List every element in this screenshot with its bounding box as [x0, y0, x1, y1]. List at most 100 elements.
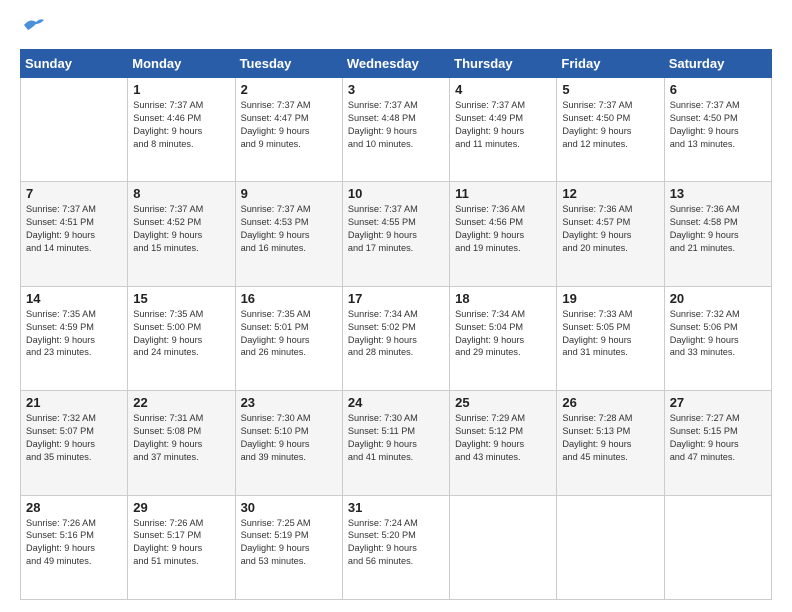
cell-details: Sunrise: 7:27 AMSunset: 5:15 PMDaylight:…: [670, 412, 766, 464]
logo: [20, 16, 44, 39]
cell-details: Sunrise: 7:24 AMSunset: 5:20 PMDaylight:…: [348, 517, 444, 569]
cell-details: Sunrise: 7:37 AMSunset: 4:50 PMDaylight:…: [562, 99, 658, 151]
calendar-header-row: SundayMondayTuesdayWednesdayThursdayFrid…: [21, 50, 772, 78]
cell-details: Sunrise: 7:36 AMSunset: 4:58 PMDaylight:…: [670, 203, 766, 255]
week-row-2: 7 Sunrise: 7:37 AMSunset: 4:51 PMDaylight…: [21, 182, 772, 286]
cell-details: Sunrise: 7:35 AMSunset: 5:00 PMDaylight:…: [133, 308, 229, 360]
cell-details: Sunrise: 7:35 AMSunset: 5:01 PMDaylight:…: [241, 308, 337, 360]
cell-details: Sunrise: 7:37 AMSunset: 4:48 PMDaylight:…: [348, 99, 444, 151]
week-row-4: 21Sunrise: 7:32 AMSunset: 5:07 PMDayligh…: [21, 391, 772, 495]
day-number: 30: [241, 500, 337, 515]
day-number: 6: [670, 82, 766, 97]
day-number: 25: [455, 395, 551, 410]
calendar-cell: 14 Sunrise: 7:35 AMSunset: 4:59 PMDayligh…: [21, 286, 128, 390]
cell-details: Sunrise: 7:36 AMSunset: 4:56 PMDaylight:…: [455, 203, 551, 255]
calendar-cell: 25 Sunrise: 7:29 AMSunset: 5:12 PMDayligh…: [450, 391, 557, 495]
day-number: 8: [133, 186, 229, 201]
calendar-table: SundayMondayTuesdayWednesdayThursdayFrid…: [20, 49, 772, 600]
calendar-cell: 19Sunrise: 7:33 AMSunset: 5:05 PMDayligh…: [557, 286, 664, 390]
calendar-cell: 15 Sunrise: 7:35 AMSunset: 5:00 PMDayligh…: [128, 286, 235, 390]
day-number: 17: [348, 291, 444, 306]
col-header-thursday: Thursday: [450, 50, 557, 78]
day-number: 13: [670, 186, 766, 201]
day-number: 22: [133, 395, 229, 410]
calendar-cell: 29 Sunrise: 7:26 AMSunset: 5:17 PMDayligh…: [128, 495, 235, 599]
day-number: 5: [562, 82, 658, 97]
cell-details: Sunrise: 7:37 AMSunset: 4:49 PMDaylight:…: [455, 99, 551, 151]
calendar-cell: 22 Sunrise: 7:31 AMSunset: 5:08 PMDayligh…: [128, 391, 235, 495]
cell-details: Sunrise: 7:35 AMSunset: 4:59 PMDaylight:…: [26, 308, 122, 360]
day-number: 11: [455, 186, 551, 201]
cell-details: Sunrise: 7:37 AMSunset: 4:55 PMDaylight:…: [348, 203, 444, 255]
cell-details: Sunrise: 7:32 AMSunset: 5:06 PMDaylight:…: [670, 308, 766, 360]
cell-details: Sunrise: 7:28 AMSunset: 5:13 PMDaylight:…: [562, 412, 658, 464]
cell-details: Sunrise: 7:34 AMSunset: 5:04 PMDaylight:…: [455, 308, 551, 360]
col-header-friday: Friday: [557, 50, 664, 78]
day-number: 9: [241, 186, 337, 201]
calendar-cell: 2 Sunrise: 7:37 AMSunset: 4:47 PMDaylight…: [235, 78, 342, 182]
header: [20, 16, 772, 39]
calendar-cell: 8 Sunrise: 7:37 AMSunset: 4:52 PMDaylight…: [128, 182, 235, 286]
calendar-cell: 1Sunrise: 7:37 AMSunset: 4:46 PMDaylight…: [128, 78, 235, 182]
week-row-3: 14 Sunrise: 7:35 AMSunset: 4:59 PMDayligh…: [21, 286, 772, 390]
calendar-cell: 21Sunrise: 7:32 AMSunset: 5:07 PMDayligh…: [21, 391, 128, 495]
day-number: 3: [348, 82, 444, 97]
day-number: 29: [133, 500, 229, 515]
cell-details: Sunrise: 7:37 AMSunset: 4:51 PMDaylight:…: [26, 203, 122, 255]
calendar-cell: 4 Sunrise: 7:37 AMSunset: 4:49 PMDaylight…: [450, 78, 557, 182]
calendar-cell: 5 Sunrise: 7:37 AMSunset: 4:50 PMDaylight…: [557, 78, 664, 182]
cell-details: Sunrise: 7:34 AMSunset: 5:02 PMDaylight:…: [348, 308, 444, 360]
cell-details: Sunrise: 7:30 AMSunset: 5:11 PMDaylight:…: [348, 412, 444, 464]
day-number: 21: [26, 395, 122, 410]
col-header-wednesday: Wednesday: [342, 50, 449, 78]
day-number: 7: [26, 186, 122, 201]
calendar-cell: 20 Sunrise: 7:32 AMSunset: 5:06 PMDayligh…: [664, 286, 771, 390]
cell-details: Sunrise: 7:37 AMSunset: 4:53 PMDaylight:…: [241, 203, 337, 255]
calendar-cell: 13 Sunrise: 7:36 AMSunset: 4:58 PMDayligh…: [664, 182, 771, 286]
logo-bird-icon: [22, 16, 44, 34]
day-number: 1: [133, 82, 229, 97]
day-number: 27: [670, 395, 766, 410]
calendar-cell: [557, 495, 664, 599]
calendar-cell: 23Sunrise: 7:30 AMSunset: 5:10 PMDayligh…: [235, 391, 342, 495]
day-number: 18: [455, 291, 551, 306]
calendar-cell: 28Sunrise: 7:26 AMSunset: 5:16 PMDayligh…: [21, 495, 128, 599]
calendar-cell: [450, 495, 557, 599]
calendar-cell: 30Sunrise: 7:25 AMSunset: 5:19 PMDayligh…: [235, 495, 342, 599]
calendar-cell: 12 Sunrise: 7:36 AMSunset: 4:57 PMDayligh…: [557, 182, 664, 286]
calendar-cell: 7 Sunrise: 7:37 AMSunset: 4:51 PMDaylight…: [21, 182, 128, 286]
cell-details: Sunrise: 7:33 AMSunset: 5:05 PMDaylight:…: [562, 308, 658, 360]
day-number: 12: [562, 186, 658, 201]
calendar-cell: 31 Sunrise: 7:24 AMSunset: 5:20 PMDayligh…: [342, 495, 449, 599]
calendar-cell: 17 Sunrise: 7:34 AMSunset: 5:02 PMDayligh…: [342, 286, 449, 390]
day-number: 26: [562, 395, 658, 410]
calendar-cell: 24Sunrise: 7:30 AMSunset: 5:11 PMDayligh…: [342, 391, 449, 495]
day-number: 10: [348, 186, 444, 201]
cell-details: Sunrise: 7:26 AMSunset: 5:17 PMDaylight:…: [133, 517, 229, 569]
day-number: 2: [241, 82, 337, 97]
calendar-cell: 9 Sunrise: 7:37 AMSunset: 4:53 PMDaylight…: [235, 182, 342, 286]
day-number: 4: [455, 82, 551, 97]
cell-details: Sunrise: 7:37 AMSunset: 4:47 PMDaylight:…: [241, 99, 337, 151]
cell-details: Sunrise: 7:29 AMSunset: 5:12 PMDaylight:…: [455, 412, 551, 464]
day-number: 28: [26, 500, 122, 515]
col-header-tuesday: Tuesday: [235, 50, 342, 78]
day-number: 15: [133, 291, 229, 306]
day-number: 31: [348, 500, 444, 515]
day-number: 14: [26, 291, 122, 306]
week-row-1: 1Sunrise: 7:37 AMSunset: 4:46 PMDaylight…: [21, 78, 772, 182]
day-number: 23: [241, 395, 337, 410]
col-header-sunday: Sunday: [21, 50, 128, 78]
cell-details: Sunrise: 7:36 AMSunset: 4:57 PMDaylight:…: [562, 203, 658, 255]
day-number: 16: [241, 291, 337, 306]
cell-details: Sunrise: 7:31 AMSunset: 5:08 PMDaylight:…: [133, 412, 229, 464]
cell-details: Sunrise: 7:37 AMSunset: 4:52 PMDaylight:…: [133, 203, 229, 255]
col-header-saturday: Saturday: [664, 50, 771, 78]
calendar-cell: 11 Sunrise: 7:36 AMSunset: 4:56 PMDayligh…: [450, 182, 557, 286]
page: SundayMondayTuesdayWednesdayThursdayFrid…: [0, 0, 792, 612]
calendar-cell: 10 Sunrise: 7:37 AMSunset: 4:55 PMDayligh…: [342, 182, 449, 286]
calendar-cell: 27 Sunrise: 7:27 AMSunset: 5:15 PMDayligh…: [664, 391, 771, 495]
col-header-monday: Monday: [128, 50, 235, 78]
day-number: 20: [670, 291, 766, 306]
calendar-cell: 18 Sunrise: 7:34 AMSunset: 5:04 PMDayligh…: [450, 286, 557, 390]
